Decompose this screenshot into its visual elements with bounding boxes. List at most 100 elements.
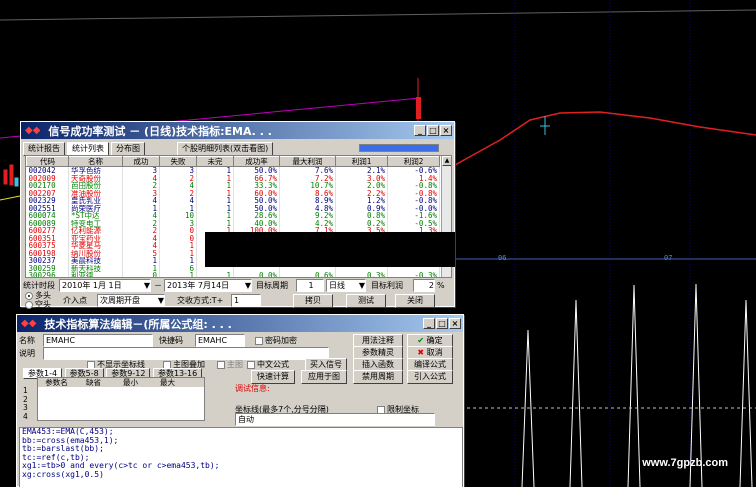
radio-short[interactable]: 空头: [25, 299, 51, 310]
table-cell-p2: -0.8%: [387, 197, 440, 205]
column-header[interactable]: 失败: [159, 156, 197, 167]
dropdown-arrow-icon: ▼: [143, 281, 150, 290]
table-cell-name: 华菱星马: [68, 242, 123, 250]
param-header: 最大: [160, 378, 175, 387]
formula-code-editor[interactable]: EMA453:=EMA(C,453); bb:=cross(ema453,1); t…: [19, 427, 463, 487]
table-cell-max: 4.8%: [279, 204, 336, 212]
app-logo-icon: ◆◆: [25, 125, 41, 136]
window-title: 信号成功率测试 － (日线)技术指标:EMA. . .: [48, 124, 272, 138]
column-header[interactable]: 未完: [196, 156, 234, 167]
table-cell-succ: 1: [122, 204, 160, 212]
target-profit-field[interactable]: 2: [413, 279, 435, 292]
checkbox-icon[interactable]: [255, 336, 263, 345]
column-header[interactable]: 利润2: [387, 156, 440, 167]
column-header[interactable]: 成功率: [233, 156, 280, 167]
dropdown-arrow-icon: ▼: [244, 281, 251, 290]
date-from-field[interactable]: 2010年 1月 1日 ▼: [59, 279, 151, 292]
table-cell-code: 600351: [26, 234, 69, 242]
table-cell-code: 300296: [26, 272, 69, 277]
table-cell-code: 002042: [26, 166, 69, 175]
maximize-button[interactable]: □: [436, 318, 448, 329]
name-label: 名称: [19, 336, 35, 345]
column-header[interactable]: 名称: [68, 156, 123, 167]
radio-short-icon[interactable]: [25, 300, 33, 309]
date-separator: －: [154, 281, 162, 290]
maximize-button[interactable]: □: [427, 125, 439, 136]
table-row[interactable]: 002329 皇氏乳业 4 4 1 50.0% 8.9% 1.2% -0.8%: [26, 197, 440, 205]
table-cell-code: 600089: [26, 219, 69, 227]
table-cell-p2: -0.8%: [387, 182, 440, 190]
table-cell-name: 华孚色纺: [68, 166, 123, 175]
disable-period-button[interactable]: 禁用周期: [353, 370, 403, 384]
table-cell-name: 准油股份: [68, 189, 123, 197]
table-cell-succ: 1: [122, 264, 160, 272]
period-unit-value: 日线: [329, 281, 345, 290]
target-period-field[interactable]: 1: [296, 279, 324, 292]
copy-button[interactable]: 拷贝: [293, 294, 333, 308]
minimize-button[interactable]: _: [423, 318, 435, 329]
table-cell-fail: 4: [159, 197, 197, 205]
tab-distribution[interactable]: 分布图: [111, 142, 145, 156]
table-cell-code: 300259: [26, 264, 69, 272]
table-row[interactable]: 300296 利亚德 0 1 1 0.0% 0.6% 0.3% -0.3%: [26, 272, 440, 277]
table-cell-succ: 2: [122, 227, 160, 235]
column-header[interactable]: 最大利润: [279, 156, 336, 167]
close-button[interactable]: ×: [440, 125, 452, 136]
table-cell-p1: 0.3%: [335, 272, 388, 277]
axis-field[interactable]: 自动: [235, 413, 435, 426]
table-row[interactable]: 002042 华孚色纺 3 3 1 50.0% 7.6% 2.1% -0.6%: [26, 166, 440, 175]
candles-left: [3, 164, 19, 187]
entry-value: 次周期开盘: [100, 296, 140, 305]
test-button[interactable]: 测试: [346, 294, 386, 308]
table-row[interactable]: 600074 *ST中达 4 10 1 28.6% 9.2% 0.8% -1.6%: [26, 212, 440, 220]
shortcut-field[interactable]: EMAHC: [195, 334, 245, 347]
period-unit-select[interactable]: 日线 ▼: [326, 279, 366, 292]
minimize-button[interactable]: _: [414, 125, 426, 136]
trade-mode-field[interactable]: 1: [231, 294, 261, 307]
checkbox-icon[interactable]: [217, 360, 225, 369]
table-cell-fail: 3: [159, 219, 197, 227]
table-cell-p2: -0.5%: [387, 219, 440, 227]
table-cell-fail: 1: [159, 272, 197, 277]
table-cell-succ: 4: [122, 242, 160, 250]
param-row-number: 4: [23, 411, 28, 421]
date-to-field[interactable]: 2013年 7月14日 ▼: [164, 279, 252, 292]
dropdown-arrow-icon: ▼: [157, 296, 164, 305]
apply-chart-button[interactable]: 应用于图: [301, 370, 347, 384]
scroll-up-icon[interactable]: ▲: [442, 156, 451, 166]
column-header[interactable]: 成功: [122, 156, 160, 167]
shortcut-label: 快捷码: [159, 336, 183, 345]
chinese-formula-checkbox[interactable]: 中文公式: [247, 359, 289, 370]
import-formula-button[interactable]: 引入公式: [407, 370, 453, 384]
param-header: 缺省: [86, 378, 101, 387]
tab-detail-list[interactable]: 个股明细列表(双击看图): [177, 142, 274, 156]
table-cell-succ: 2: [122, 219, 160, 227]
table-cell-p1: 2.1%: [335, 166, 388, 175]
table-row[interactable]: 002551 尚荣医疗 1 1 1 50.0% 4.8% 0.9% -0.0%: [26, 204, 440, 212]
column-header[interactable]: 代码: [26, 156, 69, 167]
tab-list[interactable]: 统计列表: [67, 142, 109, 156]
password-checkbox[interactable]: 密码加密: [255, 335, 297, 346]
table-cell-fail: 1: [159, 249, 197, 257]
close-dialog-button[interactable]: 关闭: [395, 294, 435, 308]
column-header[interactable]: 利润1: [335, 156, 388, 167]
table-cell-name: *ST中达: [68, 212, 123, 220]
tab-report[interactable]: 统计报告: [23, 142, 65, 156]
name-field[interactable]: EMAHC: [43, 334, 153, 347]
table-row[interactable]: 002009 天奇股份 4 2 1 66.7% 7.2% 3.0% 1.4%: [26, 174, 440, 182]
table-row[interactable]: 600089 特变电工 2 3 1 40.0% 4.2% 0.2% -0.5%: [26, 219, 440, 227]
checkbox-icon[interactable]: [247, 360, 255, 369]
close-button[interactable]: ×: [449, 318, 461, 329]
param-grid[interactable]: 参数名 缺省 最小 最大: [37, 377, 205, 421]
table-cell-name: 皇氏乳业: [68, 197, 123, 205]
entry-select[interactable]: 次周期开盘 ▼: [97, 294, 165, 307]
ema-line: [454, 111, 756, 166]
table-cell-code: 300237: [26, 257, 69, 265]
table-row[interactable]: 002207 准油股份 3 2 1 60.0% 8.6% 2.2% -0.8%: [26, 189, 440, 197]
table-cell-name: 特变电工: [68, 219, 123, 227]
table-cell-rate: 33.3%: [233, 182, 280, 190]
quick-calc-button[interactable]: 快速计算: [251, 370, 295, 384]
main-chart-checkbox[interactable]: 主图: [217, 359, 243, 370]
code-line: xg:cross(xg1,0.5): [22, 469, 104, 479]
table-row[interactable]: 002170 芭田股份 2 4 1 33.3% 10.7% 2.0% -0.8%: [26, 182, 440, 190]
